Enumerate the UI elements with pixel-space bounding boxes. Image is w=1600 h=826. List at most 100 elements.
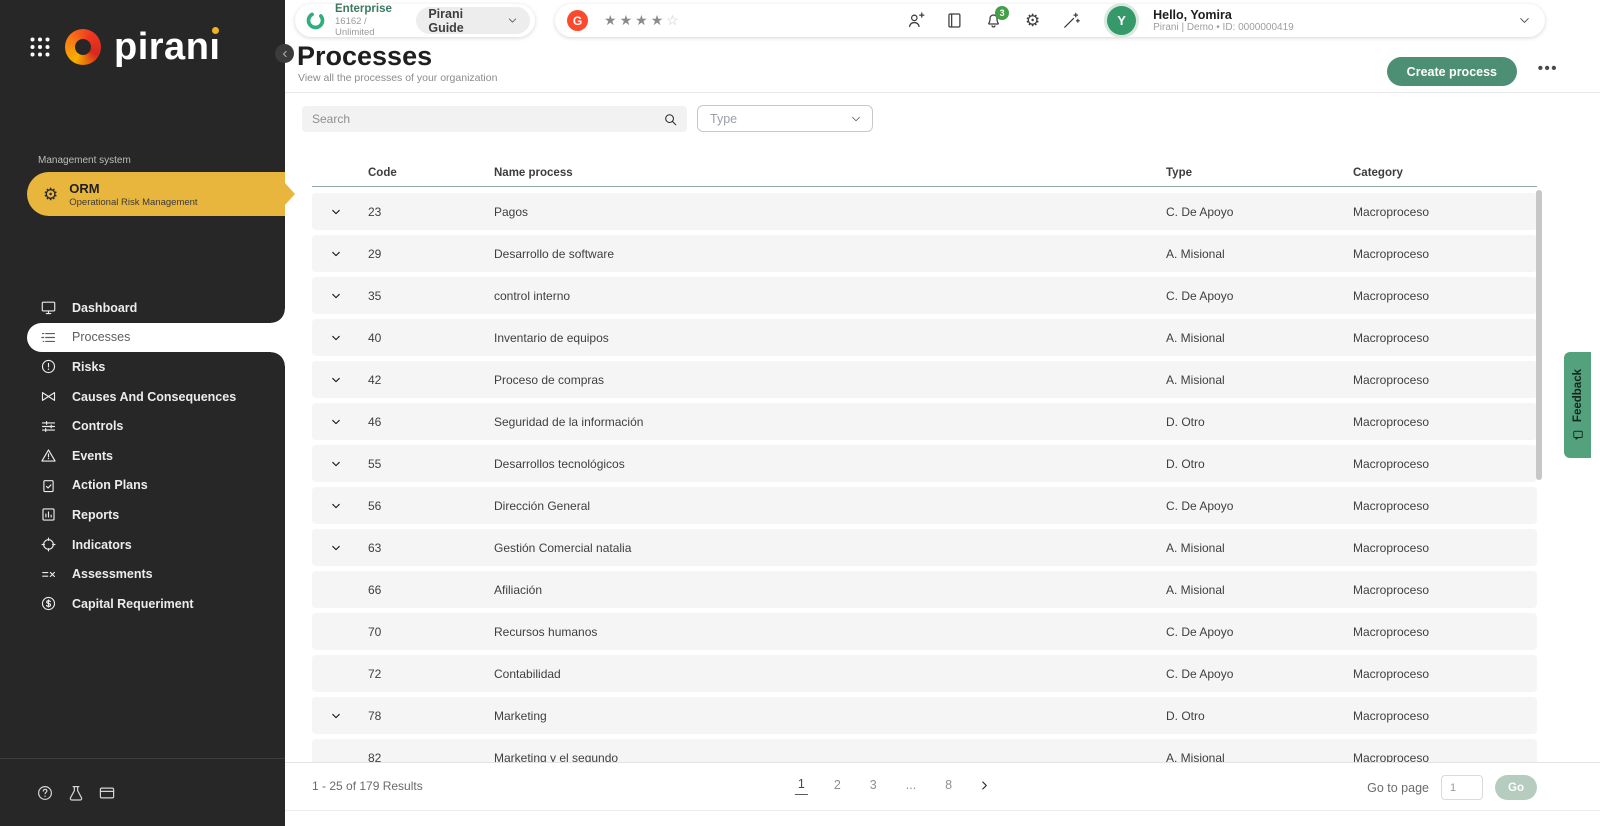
billing-icon[interactable] [98,784,116,802]
chevron-down-icon [850,113,862,125]
header-divider [285,92,1600,93]
avatar[interactable]: Y [1107,6,1137,35]
table-row-55[interactable]: 55 Desarrollos tecnológicos D. Otro Macropr… [312,445,1537,482]
table-row-70[interactable]: 70 Recursos humanos C. De Apoyo Macroproces… [312,613,1537,650]
table-row-56[interactable]: 56 Dirección General C. De Apoyo Macroproce… [312,487,1537,524]
page-8[interactable]: 8 [942,777,955,795]
table-row-23[interactable]: 23 Pagos C. De Apoyo Macroproceso [312,193,1537,230]
page-2[interactable]: 2 [831,777,844,795]
search-icon[interactable] [663,112,678,127]
table-row-66[interactable]: 66 Afiliación A. Misional Macroproceso [312,571,1537,608]
row-type: A. Misional [1166,330,1225,345]
row-code: 29 [368,246,382,261]
guide-book-icon[interactable] [945,11,964,30]
row-category: Macroproceso [1353,582,1430,597]
controls-icon [40,418,57,435]
row-expand-icon[interactable] [312,289,360,303]
goto-page-input[interactable] [1441,775,1483,800]
more-options-icon[interactable]: ••• [1538,60,1558,77]
sidebar-item-label: Controls [72,419,124,434]
row-expand-icon[interactable] [312,373,360,387]
feedback-tab[interactable]: Feedback [1564,352,1591,458]
table-row-29[interactable]: 29 Desarrollo de software A. Misional Macro… [312,235,1537,272]
scrollbar-thumb[interactable] [1536,190,1542,480]
help-icon[interactable] [36,784,54,802]
table-row-42[interactable]: 42 Proceso de compras A. Misional Macroproc… [312,361,1537,398]
row-category: Macroproceso [1353,456,1430,471]
indicators-icon [40,536,57,553]
row-expand-icon[interactable] [312,457,360,471]
page-3[interactable]: 3 [867,777,880,795]
table-row-82[interactable]: 82 Marketing y el segundo A. Misional Macro… [312,739,1537,762]
row-type: D. Otro [1166,456,1205,471]
row-expand-icon[interactable] [312,205,360,219]
processes-icon [40,329,57,346]
row-expand-icon[interactable] [312,331,360,345]
search-box [302,106,687,132]
row-expand-icon[interactable] [312,415,360,429]
settings-icon[interactable]: ⚙ [1023,11,1042,30]
sidebar-item-indicators[interactable]: Indicators [0,530,285,560]
module-selector-orm[interactable]: ⚙ ORM Operational Risk Management [27,172,285,216]
app-root: piranı Management system ⚙ ORM Operation… [0,0,1600,826]
col-code: Code [368,167,397,179]
sidebar-collapse-button[interactable] [275,44,294,63]
invite-user-icon[interactable] [906,11,925,30]
sidebar-item-risks[interactable]: Risks [0,352,285,382]
row-category: Macroproceso [1353,414,1430,429]
go-button[interactable]: Go [1495,775,1537,800]
pager: 1 2 3... 8 [794,776,991,795]
pirani-guide-button[interactable]: Pirani Guide [416,7,530,35]
app-grid-icon[interactable] [28,35,52,59]
sidebar-item-controls[interactable]: Controls [0,411,285,441]
page-1[interactable]: 1 [794,776,808,795]
row-code: 63 [368,540,382,555]
module-gear-icon: ⚙ [43,184,59,204]
sidebar-item-action-plans[interactable]: Action Plans [0,471,285,501]
row-code: 42 [368,372,382,387]
type-dropdown[interactable]: Type [697,105,873,132]
whats-new-icon[interactable] [1062,11,1081,30]
row-expand-icon[interactable] [312,541,360,555]
next-page-icon[interactable] [978,779,991,792]
table-row-46[interactable]: 46 Seguridad de la información D. Otro Macr… [312,403,1537,440]
row-code: 70 [368,624,382,639]
sidebar-item-label: Capital Requeriment [72,596,194,611]
sidebar-item-processes[interactable]: Processes [27,308,285,366]
notifications-icon[interactable]: 3 [984,6,1010,30]
row-expand-icon[interactable] [312,709,360,723]
lab-icon[interactable] [67,784,85,802]
sidebar: piranı Management system ⚙ ORM Operation… [0,0,294,826]
user-menu-chevron-icon[interactable] [1518,14,1531,27]
row-type: A. Misional [1166,246,1225,261]
row-name: Marketing [494,708,547,723]
page-ellipsis: ... [905,777,917,792]
row-name: Proceso de compras [494,372,605,387]
search-input[interactable] [302,112,663,126]
row-expand-icon[interactable] [312,499,360,513]
sidebar-item-dashboard[interactable]: Dashboard [0,293,285,323]
star-empty-icon: ☆ [666,12,682,28]
row-name: Contabilidad [494,666,561,681]
create-process-button[interactable]: Create process [1386,57,1517,86]
sidebar-item-causes-and-consequences[interactable]: Causes And Consequences [0,382,285,412]
sidebar-item-capital-requeriment[interactable]: Capital Requeriment [0,589,285,619]
table-row-78[interactable]: 78 Marketing D. Otro Macroproceso [312,697,1537,734]
row-expand-icon[interactable] [312,247,360,261]
table-row-35[interactable]: 35 control interno C. De Apoyo Macroproceso [312,277,1537,314]
rating-stars[interactable]: ★★★★☆ [604,12,682,29]
row-name: Marketing y el segundo [494,750,619,763]
sidebar-item-assessments[interactable]: Assessments [0,559,285,589]
sidebar-item-reports[interactable]: Reports [0,500,285,530]
table-row-40[interactable]: 40 Inventario de equipos A. Misional Macrop… [312,319,1537,356]
table-row-63[interactable]: 63 Gestión Comercial natalia A. Misional Ma… [312,529,1537,566]
table-row-72[interactable]: 72 Contabilidad C. De Apoyo Macroproceso [312,655,1537,692]
user-meta: Pirani | Demo • ID: 0000000419 [1153,21,1294,33]
row-code: 46 [368,414,382,429]
plan-usage: 16162 / Unlimited [335,15,375,38]
row-name: Inventario de equipos [494,330,609,345]
star-filled-icon: ★ [604,12,620,28]
actionplans-icon [40,477,57,494]
sidebar-item-events[interactable]: Events [0,441,285,471]
g2-logo-icon: G [567,10,588,31]
